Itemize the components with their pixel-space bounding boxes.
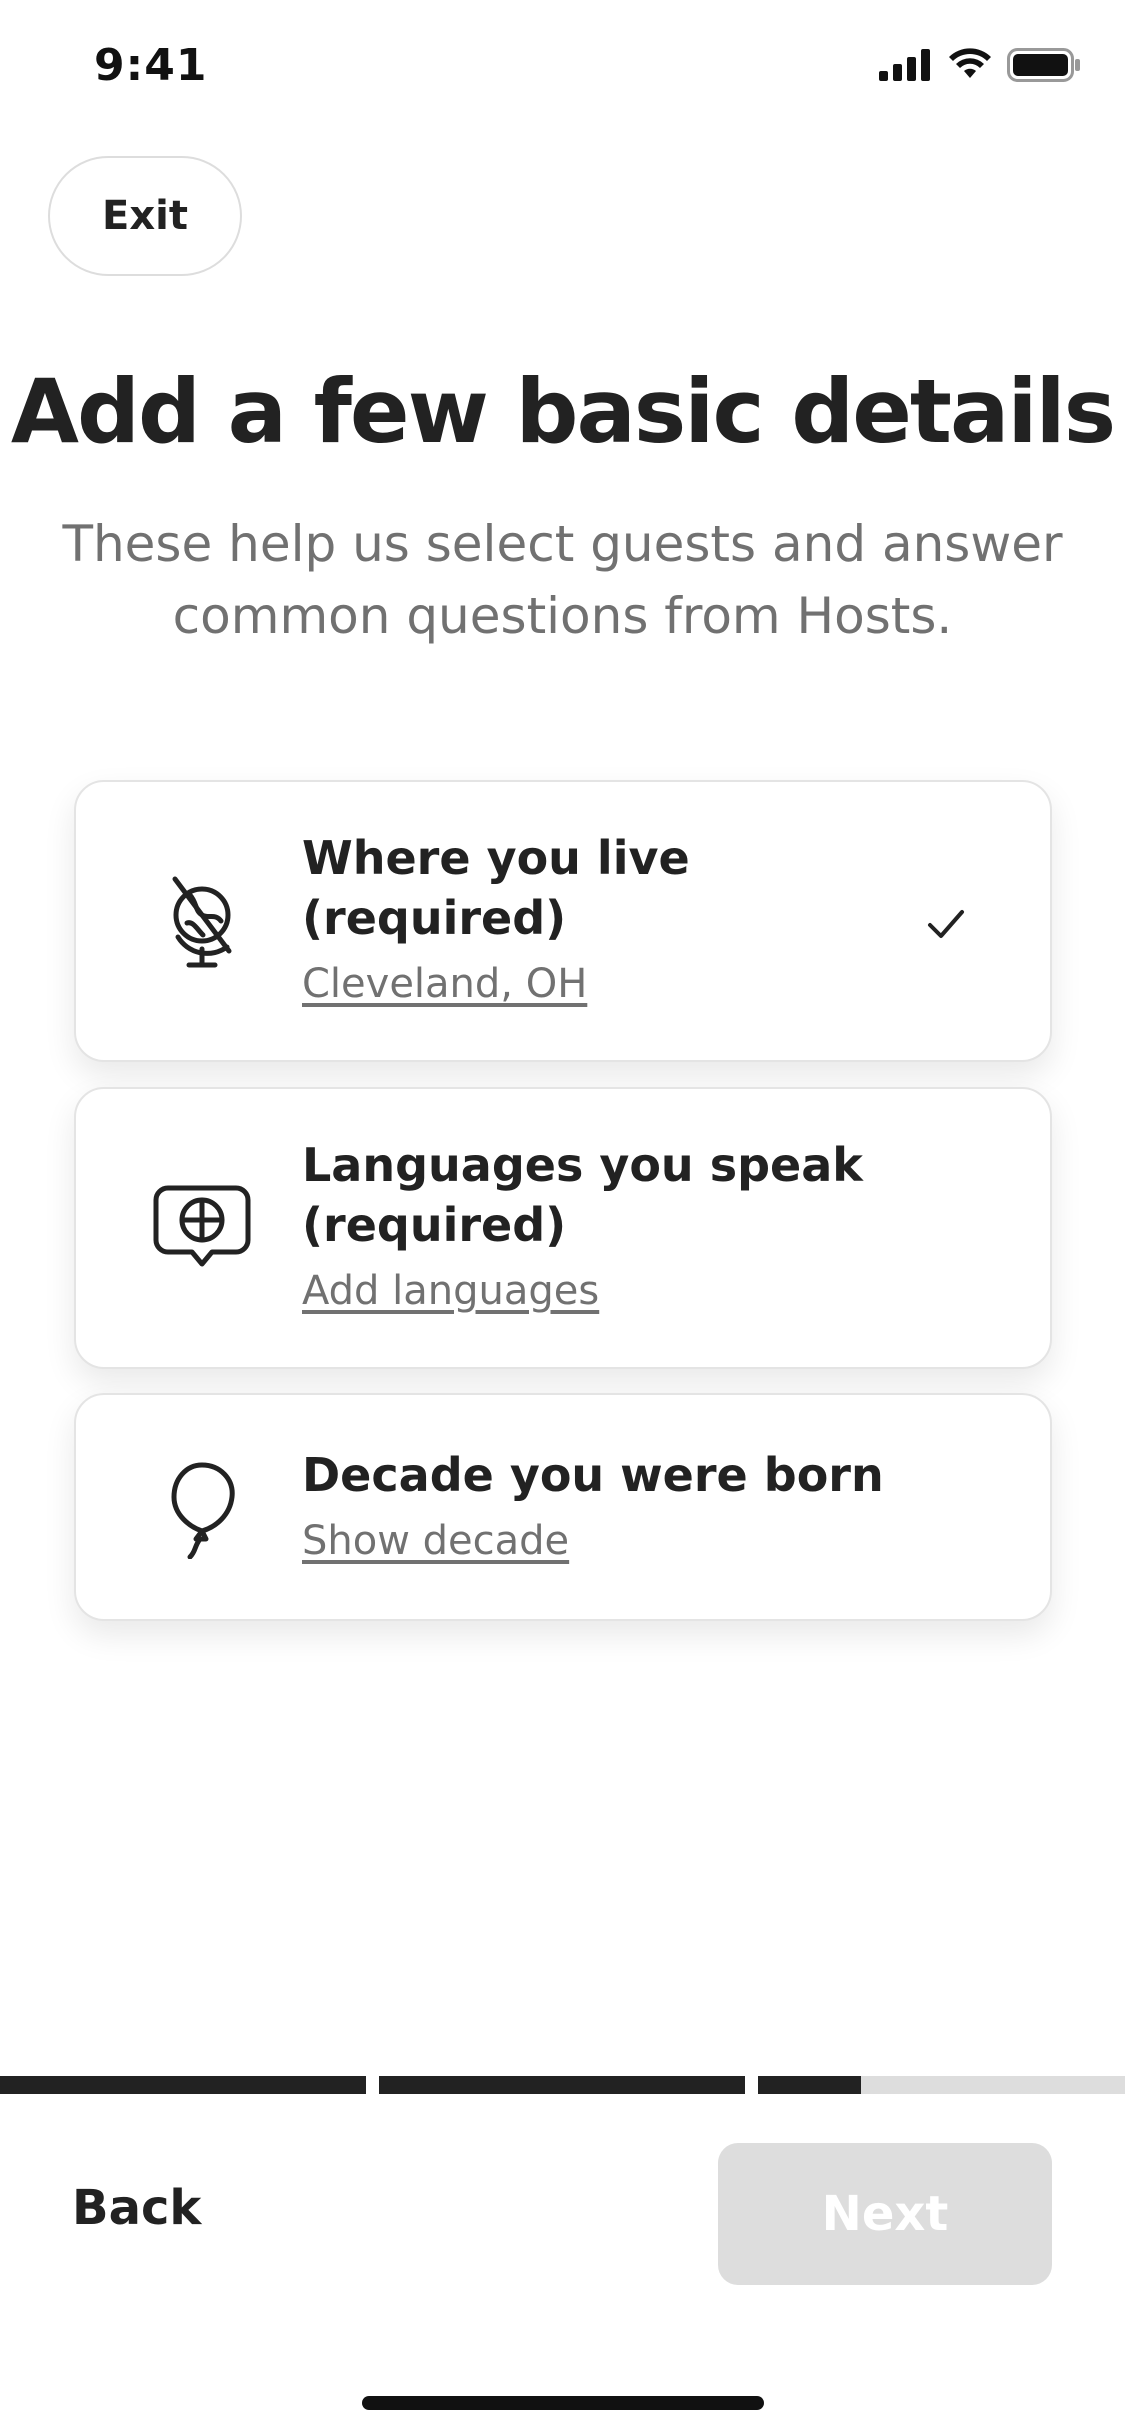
wifi-icon [949, 48, 991, 78]
progress-bar [0, 2076, 1125, 2094]
card-text: Where you live (required) Cleveland, OH [302, 828, 930, 1012]
status-time: 9:41 [94, 40, 208, 91]
card-title: Languages you speak (required) [302, 1138, 863, 1252]
balloon-icon [136, 1443, 268, 1575]
show-decade-link[interactable]: Show decade [302, 1513, 930, 1569]
progress-step-3 [758, 2076, 1125, 2094]
status-icons [879, 48, 1081, 82]
back-button[interactable]: Back [72, 2180, 201, 2236]
progress-step-1-fill [0, 2076, 366, 2094]
home-indicator [362, 2396, 764, 2410]
exit-button[interactable]: Exit [48, 156, 242, 276]
location-link[interactable]: Cleveland, OH [302, 956, 930, 1012]
page-title: Add a few basic details [10, 360, 1116, 463]
language-bubble-icon [136, 1164, 268, 1296]
signal-icon [879, 49, 930, 81]
progress-step-2-fill [379, 2076, 745, 2094]
card-title: Where you live (required) [302, 831, 690, 945]
battery-icon [1007, 48, 1080, 82]
progress-step-2 [379, 2076, 745, 2094]
progress-step-3-fill [758, 2076, 861, 2094]
decade-card[interactable]: Decade you were born Show decade [74, 1393, 1052, 1621]
globe-icon [136, 857, 268, 989]
status-bar: 9:41 [0, 0, 1125, 140]
where-you-live-card[interactable]: Where you live (required) Cleveland, OH [74, 780, 1052, 1062]
add-languages-link[interactable]: Add languages [302, 1263, 930, 1319]
next-button[interactable]: Next [718, 2143, 1052, 2285]
checkmark-icon [928, 910, 964, 938]
progress-step-1 [0, 2076, 366, 2094]
card-text: Decade you were born Show decade [302, 1445, 930, 1569]
languages-card[interactable]: Languages you speak (required) Add langu… [74, 1087, 1052, 1369]
card-title: Decade you were born [302, 1448, 884, 1502]
card-text: Languages you speak (required) Add langu… [302, 1135, 930, 1319]
page-subtitle: These help us select guests and answer c… [62, 515, 1063, 645]
